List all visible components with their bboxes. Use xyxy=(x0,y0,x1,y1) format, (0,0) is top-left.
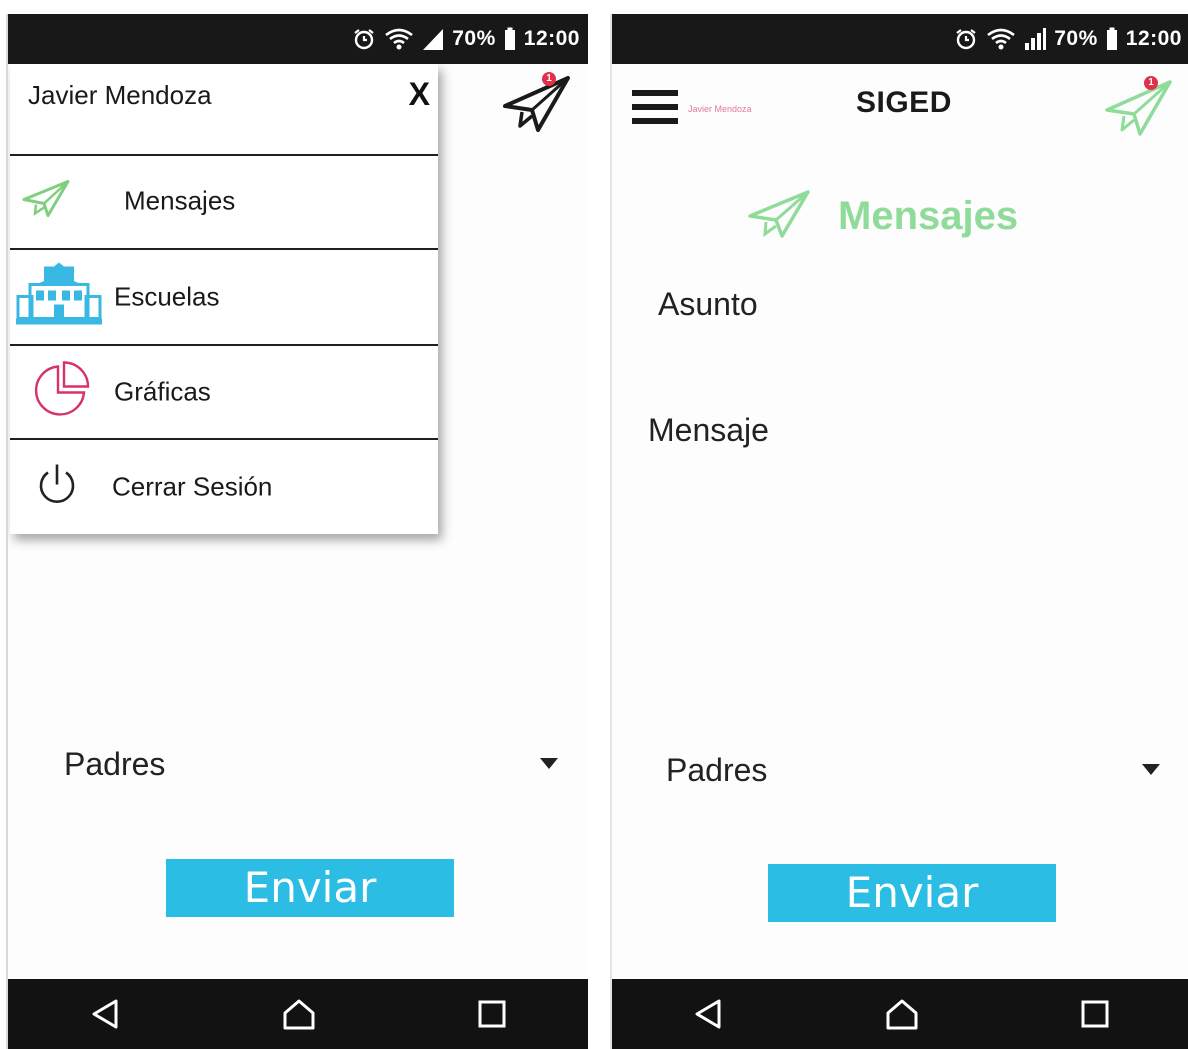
clock: 12:00 xyxy=(1125,27,1182,50)
home-icon[interactable] xyxy=(884,997,920,1031)
signal-icon xyxy=(423,29,444,50)
battery-percentage: 70% xyxy=(1054,27,1098,50)
drawer-item-mensajes[interactable]: Mensajes xyxy=(10,154,438,250)
drawer-item-graficas[interactable]: Gráficas xyxy=(10,346,438,440)
notification-badge: 1 xyxy=(542,72,556,86)
notification-badge: 1 xyxy=(1144,76,1158,90)
app-title: SIGED xyxy=(856,86,952,119)
paper-plane-icon xyxy=(1105,80,1172,136)
alarm-icon xyxy=(956,29,976,50)
send-button[interactable]: Enviar xyxy=(768,864,1056,922)
clock: 12:00 xyxy=(523,27,580,50)
message-field[interactable]: Mensaje xyxy=(648,412,769,449)
status-bar: 70% 12:00 xyxy=(8,14,588,64)
alarm-icon xyxy=(354,29,374,50)
drawer-item-cerrar-sesion[interactable]: Cerrar Sesión xyxy=(10,440,438,534)
school-building-icon xyxy=(16,262,102,332)
android-navigation-bar xyxy=(612,979,1188,1049)
paper-plane-icon xyxy=(748,188,812,245)
battery-percentage: 70% xyxy=(452,27,496,50)
phone-screen-left: 70% 12:00 1 Padres Enviar Javier Mendoza… xyxy=(6,14,588,1049)
android-navigation-bar xyxy=(8,979,588,1049)
status-bar: 70% 12:00 xyxy=(612,14,1188,64)
drawer-item-label: Cerrar Sesión xyxy=(112,471,273,502)
paper-plane-icon xyxy=(503,76,570,132)
battery-icon xyxy=(504,27,515,50)
close-icon[interactable]: X xyxy=(409,76,430,113)
menu-icon[interactable] xyxy=(632,90,678,124)
recent-apps-icon[interactable] xyxy=(1079,998,1111,1030)
paper-plane-icon xyxy=(22,178,72,225)
section-title: Mensajes xyxy=(838,194,1019,238)
back-icon[interactable] xyxy=(88,997,122,1031)
chevron-down-icon[interactable] xyxy=(1142,764,1160,775)
home-icon[interactable] xyxy=(281,997,317,1031)
wifi-icon xyxy=(987,28,1016,50)
signal-icon xyxy=(1025,28,1047,50)
power-icon xyxy=(36,463,78,512)
drawer-item-label: Mensajes xyxy=(124,185,236,216)
phone-screen-right: 70% 12:00 Javier Mendoza SIGED 1 Mensaje… xyxy=(610,14,1188,1049)
drawer-item-label: Escuelas xyxy=(114,281,220,312)
pie-chart-icon xyxy=(32,361,90,424)
send-button[interactable]: Enviar xyxy=(166,859,454,917)
battery-icon xyxy=(1106,27,1117,50)
wifi-icon xyxy=(385,28,414,50)
recipient-select[interactable]: Padres xyxy=(666,752,767,789)
recent-apps-icon[interactable] xyxy=(476,998,508,1030)
notifications-button[interactable]: 1 xyxy=(1104,76,1174,143)
subject-field[interactable]: Asunto xyxy=(658,286,758,323)
header-user-name: Javier Mendoza xyxy=(688,104,752,114)
drawer-item-escuelas[interactable]: Escuelas xyxy=(10,250,438,346)
drawer-item-label: Gráficas xyxy=(114,376,211,407)
chevron-down-icon[interactable] xyxy=(540,758,558,769)
app-header: Javier Mendoza SIGED xyxy=(612,64,1188,164)
notifications-button[interactable]: 1 xyxy=(502,72,572,139)
navigation-drawer: Javier Mendoza X Mensajes Escuelas Gráfi… xyxy=(10,64,438,534)
back-icon[interactable] xyxy=(691,997,725,1031)
drawer-user-name: Javier Mendoza xyxy=(28,80,212,110)
drawer-header: Javier Mendoza X xyxy=(10,64,438,156)
recipient-select[interactable]: Padres xyxy=(64,746,165,783)
